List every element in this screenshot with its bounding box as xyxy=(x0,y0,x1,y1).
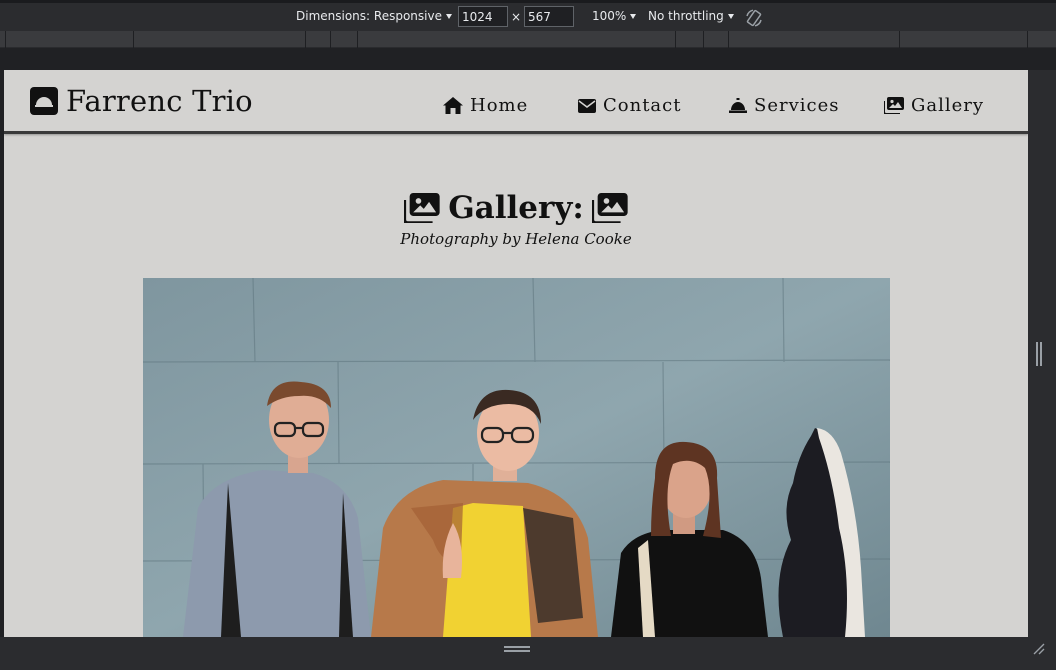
nav-label: Gallery xyxy=(911,95,985,116)
bottom-resize-handle[interactable] xyxy=(0,637,1056,670)
three-musicians-photo xyxy=(143,278,890,637)
nav-label: Home xyxy=(470,95,529,116)
corner-resize-icon[interactable] xyxy=(1033,643,1045,655)
home-icon xyxy=(443,97,463,114)
envelope-icon xyxy=(578,98,596,113)
emulated-page: Farrenc Trio Home Contact Services Galle… xyxy=(4,70,1028,637)
gallery-subtitle: Photography by Helena Cooke xyxy=(400,230,632,248)
nav-contact[interactable]: Contact xyxy=(578,95,681,116)
dimensions-dropdown[interactable]: Dimensions: Responsive xyxy=(296,9,452,23)
zoom-dropdown[interactable]: 100% xyxy=(592,9,637,23)
images-icon xyxy=(884,97,904,114)
service-bell-icon xyxy=(30,87,58,115)
dimensions-separator: × xyxy=(511,10,522,24)
brand-name: Farrenc Trio xyxy=(66,84,253,118)
dimensions-caret-icon xyxy=(445,13,452,19)
nav-services[interactable]: Services xyxy=(729,95,839,116)
brand-link[interactable]: Farrenc Trio xyxy=(30,84,253,118)
nav-label: Services xyxy=(754,95,840,116)
devtools-device-toolbar: Dimensions: Responsive × 100% No throttl… xyxy=(0,0,1056,31)
gallery-title: Gallery: xyxy=(448,190,584,226)
throttling-label: No throttling xyxy=(648,9,724,23)
rotate-icon[interactable] xyxy=(744,8,764,28)
gallery-heading: Gallery: xyxy=(4,190,1028,226)
images-icon xyxy=(591,193,628,223)
throttling-dropdown[interactable]: No throttling xyxy=(648,9,734,23)
throttling-caret-icon xyxy=(727,13,734,19)
images-icon xyxy=(404,193,440,223)
nav-label: Contact xyxy=(603,95,682,116)
height-input[interactable] xyxy=(524,6,574,27)
nav-home[interactable]: Home xyxy=(443,95,528,116)
right-resize-handle[interactable] xyxy=(1028,70,1056,637)
zoom-label: 100% xyxy=(592,9,627,23)
dimensions-label: Dimensions: Responsive xyxy=(296,9,442,23)
site-header: Farrenc Trio Home Contact Services Galle… xyxy=(4,70,1028,134)
service-bell-icon xyxy=(729,98,747,113)
zoom-caret-icon xyxy=(630,13,637,19)
media-query-ruler xyxy=(0,31,1056,48)
nav-gallery[interactable]: Gallery xyxy=(884,95,984,116)
width-input[interactable] xyxy=(458,6,508,27)
